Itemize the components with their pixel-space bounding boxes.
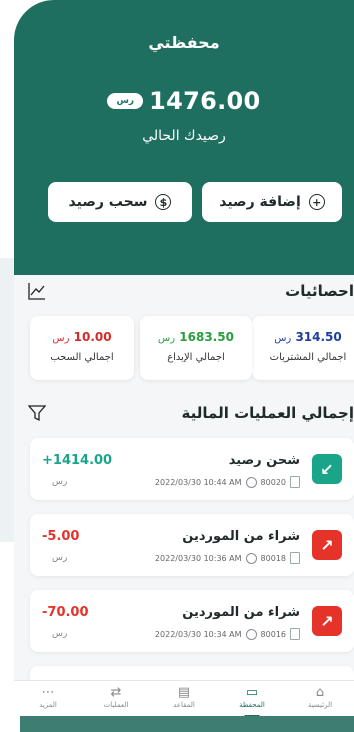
stats-cards: 314.50 رس اجمالي المشتريات 1683.50 رس اج… <box>14 316 354 380</box>
clock-icon <box>245 476 257 488</box>
active-tab-indicator <box>244 715 260 716</box>
wallet-icon: ▭ <box>245 685 259 700</box>
home-icon: ⌂ <box>315 685 325 700</box>
transaction-amount: +1414.00 <box>42 453 113 468</box>
operations-icon: ⇄ <box>110 685 122 700</box>
add-balance-button[interactable]: + إضافة رصيد <box>202 182 342 222</box>
bottom-tab-bar: ⋯ المزيد ⇄ العمليات ▤ المقاعد ▭ المحفظة … <box>14 680 354 716</box>
clock-icon <box>245 552 257 564</box>
balance-label: رصيدك الحالي <box>142 128 226 144</box>
stat-unit: رس <box>52 333 70 344</box>
transaction-amount: -70.00 <box>42 605 89 620</box>
stat-card-withdrawals: 10.00 رس اجمالي السحب <box>30 316 134 380</box>
stat-card-deposits: 1683.50 رس اجمالي الإيداع <box>140 316 252 380</box>
tab-home[interactable]: ⌂ الرئيسية <box>292 685 348 709</box>
wallet-header: محفظتي رس 1476.00 رصيدك الحالي + إضافة ر… <box>14 0 354 275</box>
transaction-datetime: 2022/03/30 10:36 AM <box>154 553 242 563</box>
transaction-amount: -5.00 <box>42 529 80 544</box>
chart-trend-icon[interactable] <box>28 282 46 300</box>
tab-label: العمليات <box>103 701 129 709</box>
currency-badge: رس <box>107 93 144 109</box>
transaction-code: 80018 <box>260 553 286 563</box>
more-icon: ⋯ <box>41 685 55 700</box>
wallet-screen: محفظتي رس 1476.00 رصيدك الحالي + إضافة ر… <box>14 0 354 716</box>
document-icon <box>290 476 300 488</box>
stats-title: احصائيات <box>285 282 354 300</box>
tab-label: الرئيسية <box>307 701 333 709</box>
transaction-meta: 2022/03/30 10:34 AM 80016 <box>155 628 300 640</box>
arrow-up-right-icon: ↗ <box>312 606 342 636</box>
transaction-currency: رس <box>52 553 68 563</box>
transaction-meta: 2022/03/30 10:36 AM 80018 <box>155 552 300 564</box>
clock-icon <box>245 628 257 640</box>
stat-value: 314.50 <box>295 330 342 344</box>
stat-label: اجمالي المشتريات <box>269 352 347 363</box>
stat-unit: رس <box>274 333 292 344</box>
withdraw-balance-button[interactable]: $ سحب رصيد <box>48 182 192 222</box>
withdraw-balance-label: سحب رصيد <box>68 194 148 210</box>
filter-icon[interactable] <box>28 404 46 422</box>
transaction-title: شحن رصيد <box>228 453 300 468</box>
seats-icon: ▤ <box>177 685 191 700</box>
stat-value: 10.00 <box>73 330 112 344</box>
transaction-code: 80020 <box>260 477 286 487</box>
stat-value: 1683.50 <box>179 330 234 344</box>
tab-label: المحفظة <box>239 701 265 709</box>
transaction-datetime: 2022/03/30 10:34 AM <box>154 629 242 639</box>
transaction-title: شراء من الموردين <box>182 605 300 620</box>
money-refresh-icon: $ <box>155 194 172 210</box>
balance-row: رس 1476.00 <box>14 87 354 115</box>
transaction-item[interactable]: ↙ شحن رصيد 2022/03/30 10:44 AM 80020 +14… <box>30 438 354 500</box>
stat-label: اجمالي الإيداع <box>167 352 225 363</box>
page-title: محفظتي <box>148 33 220 52</box>
background-panel-left <box>0 258 14 542</box>
tab-seats[interactable]: ▤ المقاعد <box>156 685 212 709</box>
tab-label: المزيد <box>39 701 57 709</box>
plus-circle-icon: + <box>308 194 325 210</box>
transactions-title: إجمالي العمليات المالية <box>181 404 354 422</box>
tab-more[interactable]: ⋯ المزيد <box>20 685 76 709</box>
balance-amount: 1476.00 <box>149 87 261 115</box>
stat-card-purchases: 314.50 رس اجمالي المشتريات <box>252 316 354 380</box>
transactions-header: إجمالي العمليات المالية <box>14 398 354 428</box>
transaction-meta: 2022/03/30 10:44 AM 80020 <box>155 476 300 488</box>
transaction-item[interactable]: ↗ شراء من الموردين 2022/03/30 10:36 AM 8… <box>30 514 354 576</box>
transaction-currency: رس <box>52 477 68 487</box>
arrow-up-right-icon: ↗ <box>312 530 342 560</box>
document-icon <box>290 552 300 564</box>
stats-header: احصائيات <box>14 276 354 306</box>
transaction-item[interactable]: ↗ شراء من الموردين 2022/03/30 10:34 AM 8… <box>30 590 354 652</box>
tab-wallet[interactable]: ▭ المحفظة <box>224 685 280 716</box>
transaction-title: شراء من الموردين <box>182 529 300 544</box>
stat-label: اجمالي السحب <box>50 352 114 363</box>
tab-label: المقاعد <box>173 701 195 709</box>
transaction-code: 80016 <box>260 629 286 639</box>
transaction-datetime: 2022/03/30 10:44 AM <box>154 477 242 487</box>
add-balance-label: إضافة رصيد <box>219 194 301 210</box>
stat-unit: رس <box>158 333 176 344</box>
arrow-down-left-icon: ↙ <box>312 454 342 484</box>
document-icon <box>290 628 300 640</box>
tab-operations[interactable]: ⇄ العمليات <box>88 685 144 709</box>
transaction-currency: رس <box>52 629 68 639</box>
